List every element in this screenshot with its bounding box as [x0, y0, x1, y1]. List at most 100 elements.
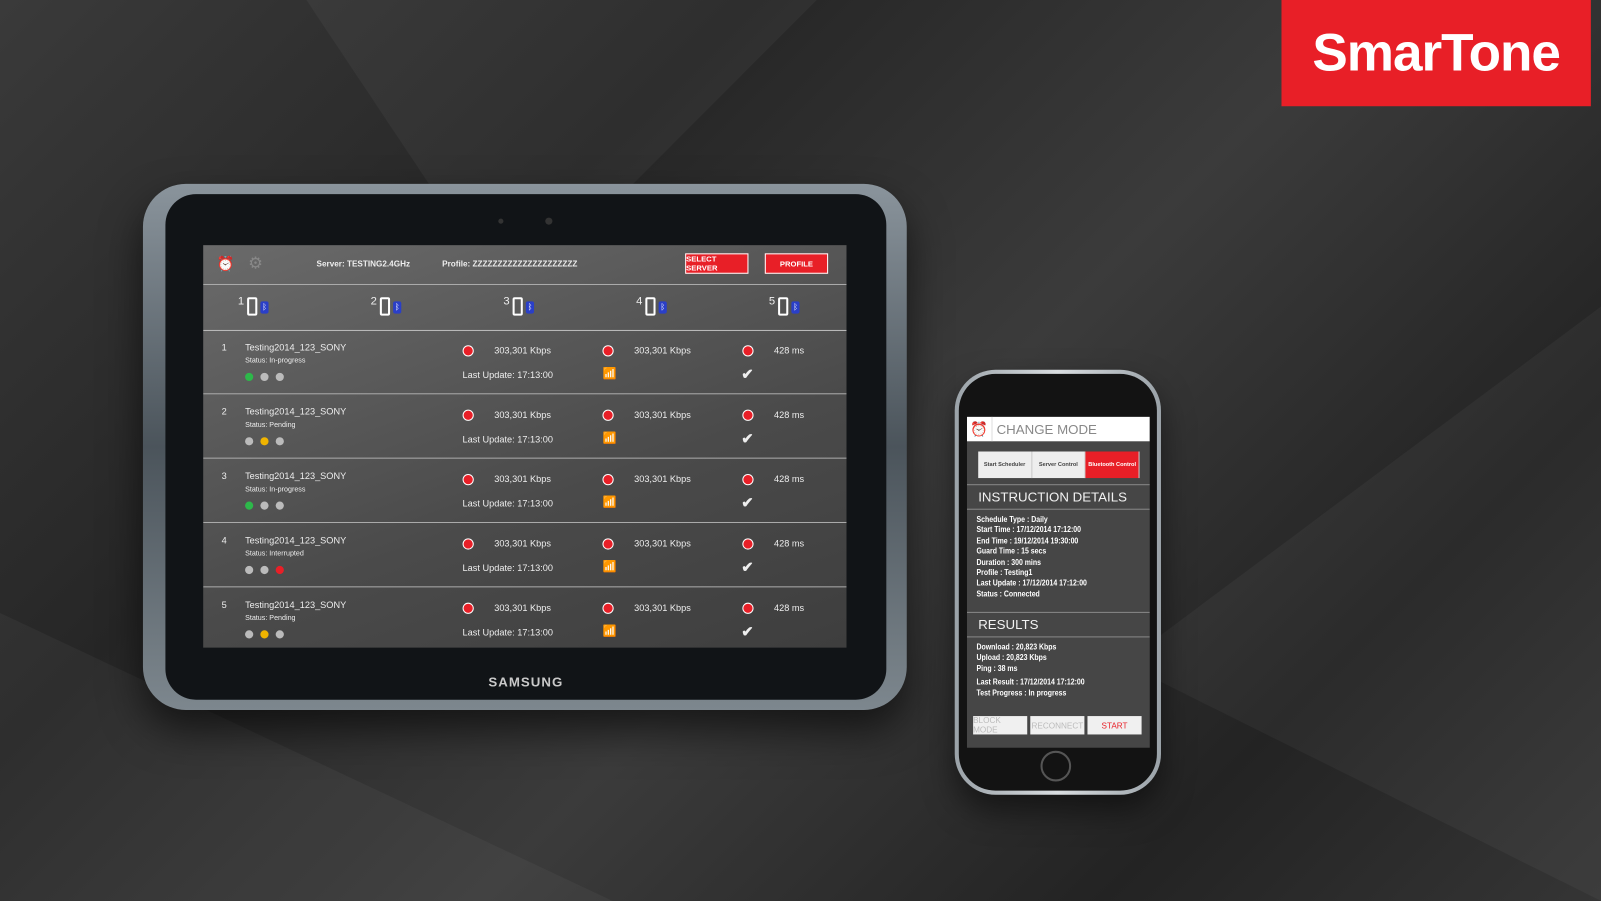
ping-value: 428 ms	[773, 538, 805, 549]
status-dot	[245, 437, 254, 446]
status-dot	[245, 372, 254, 382]
instruction-line: Last Update : 17/12/2014 17:12:00	[976, 578, 1087, 588]
ping-icon	[742, 538, 754, 550]
mode-server-control[interactable]: Server Control	[1031, 451, 1086, 479]
row-index: 3	[221, 470, 227, 482]
device-name: Testing2014_123_SONY	[245, 342, 347, 353]
server-label: Server: TESTING2.4GHz	[316, 259, 411, 269]
table-row[interactable]: 1 Testing2014_123_SONY Status: In-progre…	[203, 330, 847, 395]
status-dot	[275, 565, 284, 575]
table-row[interactable]: 2 Testing2014_123_SONY Status: Pending 3…	[203, 394, 847, 459]
ping-value: 428 ms	[773, 473, 805, 485]
device-slot[interactable]: 5 ᛒ	[769, 295, 800, 316]
table-row[interactable]: 3 Testing2014_123_SONY Status: In-progre…	[203, 459, 847, 524]
sensor	[545, 217, 553, 225]
device-slot[interactable]: 1 ᛒ	[238, 295, 269, 316]
download-value: 303,301 Kbps	[494, 345, 551, 356]
last-update: Last Update: 17:13:00	[462, 627, 554, 638]
upload-icon	[602, 602, 614, 614]
profile-button[interactable]: PROFILE	[764, 253, 829, 274]
status-dot	[245, 630, 254, 639]
check-icon: ✔	[741, 558, 754, 576]
select-server-button[interactable]: SELECT SERVER	[685, 253, 749, 274]
download-icon	[462, 602, 474, 614]
status-dots	[245, 501, 284, 510]
smartone-logo: SmarTone	[1281, 0, 1591, 107]
phone-icon	[645, 297, 656, 316]
row-index: 5	[221, 599, 227, 610]
row-index: 2	[221, 406, 227, 417]
row-index: 1	[221, 342, 227, 353]
check-icon: ✔	[741, 494, 754, 511]
results-title: RESULTS	[966, 611, 1150, 638]
device-name: Testing2014_123_SONY	[245, 599, 347, 610]
wifi-icon: 📶	[602, 560, 617, 574]
device-name: Testing2014_123_SONY	[245, 406, 347, 417]
status-dots	[245, 565, 284, 575]
alarm-clock-icon: ⏰	[967, 416, 993, 442]
status-dot	[245, 565, 254, 575]
device-number: 3	[503, 295, 510, 308]
table-row[interactable]: 5 Testing2014_123_SONY Status: Pending 3…	[203, 587, 846, 647]
instruction-line: End Time : 19/12/2014 19:30:00	[976, 536, 1079, 546]
status-dots	[245, 372, 284, 382]
download-value: 303,301 Kbps	[494, 602, 551, 613]
last-update: Last Update: 17:13:00	[462, 434, 554, 445]
result-line: Test Progress : In progress	[976, 688, 1067, 698]
upload-value: 303,301 Kbps	[634, 409, 691, 420]
status-text: Status: Pending	[245, 421, 296, 430]
home-button[interactable]	[1040, 750, 1072, 782]
status-dot	[275, 630, 284, 639]
device-name: Testing2014_123_SONY	[245, 470, 347, 482]
phone-screen: ⏰ CHANGE MODE Start Scheduler Server Cont…	[966, 416, 1150, 748]
ping-icon	[742, 473, 754, 486]
alarm-clock-icon[interactable]: ⏰	[216, 255, 234, 272]
tablet-screen: ⏰ ⚙ Server: TESTING2.4GHz Profile: ZZZZZ…	[203, 245, 847, 648]
status-dot	[260, 501, 269, 510]
wifi-icon: 📶	[602, 367, 617, 380]
status-dots	[245, 630, 284, 639]
ping-icon	[742, 345, 754, 357]
instruction-details: Schedule Type : Daily Start Time : 17/12/…	[967, 510, 1122, 610]
upload-value: 303,301 Kbps	[634, 602, 691, 613]
device-slot[interactable]: 4 ᛒ	[636, 295, 667, 316]
reconnect-button[interactable]: RECONNECT	[1030, 716, 1085, 735]
wifi-icon: 📶	[602, 625, 617, 638]
download-value: 303,301 Kbps	[494, 409, 551, 420]
instruction-line: Start Time : 17/12/2014 17:12:00	[976, 525, 1082, 535]
table-row[interactable]: 4 Testing2014_123_SONY Status: Interrupt…	[203, 523, 847, 588]
device-number: 2	[370, 295, 377, 308]
bluetooth-icon: ᛒ	[791, 301, 800, 314]
last-update: Last Update: 17:13:00	[462, 369, 554, 380]
gear-icon[interactable]: ⚙	[248, 253, 263, 273]
phone-icon	[379, 297, 391, 316]
status-text: Status: Interrupted	[245, 550, 304, 558]
last-update: Last Update: 17:13:00	[462, 562, 554, 574]
status-dot	[275, 501, 284, 510]
mode-start-scheduler[interactable]: Start Scheduler	[978, 451, 1032, 479]
check-icon: ✔	[741, 430, 754, 447]
phone-icon	[778, 297, 789, 316]
download-value: 303,301 Kbps	[494, 538, 551, 549]
ping-value: 428 ms	[773, 345, 805, 356]
device-number: 4	[636, 295, 643, 308]
status-dot	[260, 437, 269, 446]
start-button[interactable]: START	[1087, 716, 1142, 735]
device-slot[interactable]: 3 ᛒ	[503, 295, 535, 316]
profile-label: Profile: ZZZZZZZZZZZZZZZZZZZZZ	[442, 259, 578, 269]
result-line: Last Result : 17/12/2014 17:12:00	[976, 677, 1085, 687]
check-icon: ✔	[741, 623, 754, 640]
mode-bluetooth-control[interactable]: Bluetooth Control	[1085, 451, 1140, 479]
device-slot[interactable]: 2 ᛒ	[370, 295, 402, 316]
result-line: Download : 20,823 Kbps	[976, 642, 1057, 652]
result-line: Ping : 38 ms	[976, 663, 1018, 673]
wifi-icon: 📶	[602, 432, 617, 445]
instruction-line: Duration : 300 mins	[976, 557, 1041, 567]
instruction-line: Status : Connected	[976, 589, 1040, 599]
last-update: Last Update: 17:13:00	[462, 498, 554, 509]
wifi-icon: 📶	[602, 496, 617, 509]
ping-icon	[742, 409, 754, 421]
upload-value: 303,301 Kbps	[634, 345, 691, 356]
block-mode-button[interactable]: BLOCK MODE	[973, 716, 1028, 735]
status-dot	[260, 565, 269, 575]
